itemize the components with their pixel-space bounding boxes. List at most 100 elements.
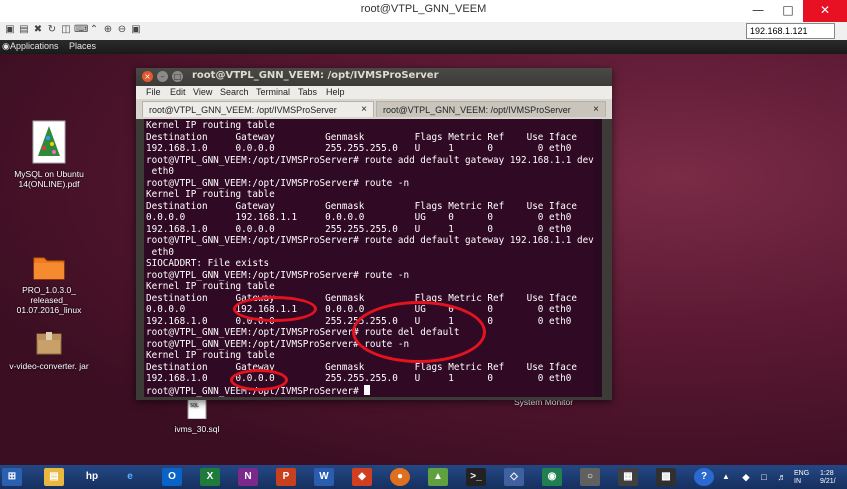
desktop-icon-label: MySQL on Ubuntu 14(ONLINE).pdf <box>14 169 84 189</box>
terminal-titlebar: × – □ root@VTPL_GNN_VEEM: /opt/IVMSProSe… <box>136 68 612 86</box>
vnc-viewer-icon[interactable]: ◉ <box>542 468 562 486</box>
terminal-line: root@VTPL_GNN_VEEM:/opt/IVMSProServer# r… <box>146 177 410 189</box>
terminal-line: root@VTPL_GNN_VEEM:/opt/IVMSProServer# r… <box>146 235 594 246</box>
tray-icon[interactable]: □ <box>754 468 774 486</box>
terminal-line: 0.0.0.0 192.168.1.1 0.0.0.0 UG 0 0 0 eth… <box>146 212 572 223</box>
menu-search[interactable]: Search <box>220 87 249 97</box>
help-icon[interactable]: ? <box>694 468 714 486</box>
terminal-menubar: File Edit View Search Terminal Tabs Help <box>136 86 612 100</box>
maximize-icon[interactable]: □ <box>172 71 183 82</box>
tools-icon[interactable]: ✖ <box>32 24 44 36</box>
menu-terminal[interactable]: Terminal <box>256 87 290 97</box>
terminal-line: Destination Gateway Genmask Flags Metric… <box>146 131 577 143</box>
folder-icon <box>33 257 65 280</box>
terminal-text: Kernel IP routing table Destination Gatew… <box>146 120 594 397</box>
terminal-line: SIOCADDRT: File exists <box>146 258 270 269</box>
firefox-icon[interactable]: ● <box>390 468 410 486</box>
hp-icon[interactable]: hp <box>82 468 102 486</box>
menu-file[interactable]: File <box>146 87 161 97</box>
desktop-icon-pro-folder[interactable]: PRO_1.0.3.0_ released_ 01.07.2016_linux <box>4 254 94 315</box>
terminal-line: Kernel IP routing table <box>146 281 275 292</box>
close-icon[interactable]: ✕ <box>803 0 847 22</box>
refresh-icon[interactable]: ↻ <box>46 24 58 36</box>
minimize-icon[interactable]: — <box>743 0 773 22</box>
zoom-out-icon[interactable]: ⊖ <box>116 24 128 36</box>
desktop-icon-mysql-pdf[interactable]: MySQL on Ubuntu 14(ONLINE).pdf <box>4 120 94 189</box>
file-explorer-icon[interactable]: ▤ <box>44 468 64 486</box>
places-menu[interactable]: Places <box>69 41 96 51</box>
menu-edit[interactable]: Edit <box>170 87 186 97</box>
keyboard-icon[interactable]: ⌨ <box>74 24 88 36</box>
terminal-output[interactable]: Kernel IP routing table Destination Gatew… <box>144 119 602 397</box>
desktop-icon-ivms-sql[interactable]: SQL ivms_30.sql <box>157 398 237 434</box>
start-icon[interactable]: ⊞ <box>2 468 22 486</box>
maximize-icon[interactable]: □ <box>773 0 803 22</box>
input-language[interactable]: ENG IN <box>794 470 809 486</box>
vnc-title-bar: root@VTPL_GNN_VEEM — □ ✕ <box>0 0 847 23</box>
tab-terminal-1[interactable]: root@VTPL_GNN_VEEM: /opt/IVMSProServer × <box>142 101 374 117</box>
desktop-icon-video-converter[interactable]: v-video-converter. jar <box>4 330 94 371</box>
ctrl-key-icon[interactable]: ⌃ <box>88 24 100 36</box>
terminal-line: 192.168.1.0 0.0.0.0 255.255.255.0 U 1 0 … <box>146 373 572 384</box>
outlook-icon[interactable]: O <box>162 468 182 486</box>
terminal-line: root@VTPL_GNN_VEEM:/opt/IVMSProServer# <box>146 384 594 398</box>
clock-date: 9/21/ <box>820 478 836 485</box>
terminal-scrollbar[interactable] <box>594 119 602 397</box>
terminal-title: root@VTPL_GNN_VEEM: /opt/IVMSProServer <box>192 70 439 81</box>
jar-file-icon <box>36 332 62 355</box>
window-controls: — □ ✕ <box>743 0 847 22</box>
minimize-icon[interactable]: – <box>157 71 168 82</box>
volume-icon[interactable]: ♬ <box>772 468 792 486</box>
windows-taskbar: ⊞ ▤ hp e O X N P W ◆ ● ▲ >_ ◇ ◉ ○ ▦ ▩ ? … <box>0 465 847 489</box>
terminal-line: eth0 <box>146 246 174 258</box>
applications-menu[interactable]: Applications <box>10 41 59 51</box>
terminal-line: root@VTPL_GNN_VEEM:/opt/IVMSProServer# r… <box>146 269 410 281</box>
save-icon[interactable]: ▣ <box>4 24 16 36</box>
app-icon[interactable]: ▲ <box>428 468 448 486</box>
fullscreen-icon[interactable]: ▣ <box>130 24 142 36</box>
tray-icon[interactable]: ◆ <box>736 468 756 486</box>
desktop-icon-label: PRO_1.0.3.0_ released_ 01.07.2016_linux <box>16 285 82 315</box>
gnome-top-panel: ◉ Applications Places <box>0 40 847 54</box>
vnc-window-title: root@VTPL_GNN_VEEM <box>360 3 487 15</box>
app-icon[interactable]: ▩ <box>656 468 676 486</box>
annotation-circle-route-del <box>352 301 486 363</box>
desktop-icon-label: ivms_30.sql <box>174 424 220 434</box>
powerpoint-icon[interactable]: P <box>276 468 296 486</box>
tab-close-icon[interactable]: × <box>361 102 367 118</box>
close-icon[interactable]: × <box>142 71 153 82</box>
clock-time: 1:28 <box>820 470 834 477</box>
zoom-in-icon[interactable]: ⊕ <box>102 24 114 36</box>
tray-icon[interactable]: ▲ <box>716 468 736 486</box>
annotation-circle-gateway <box>233 296 317 322</box>
menu-view[interactable]: View <box>193 87 212 97</box>
svg-text:SQL: SQL <box>190 403 199 409</box>
ubuntu-logo-icon: ◉ <box>2 41 10 51</box>
internet-explorer-icon[interactable]: e <box>120 468 140 486</box>
terminal-line: eth0 <box>146 166 174 177</box>
app-icon[interactable]: ◆ <box>352 468 372 486</box>
pdf-file-icon <box>32 120 66 164</box>
app-icon[interactable]: ○ <box>580 468 600 486</box>
annotation-circle-gateway-zero <box>230 369 288 391</box>
tab-label: root@VTPL_GNN_VEEM: /opt/IVMSProServer <box>149 105 337 115</box>
terminal-line: Destination Gateway Genmask Flags Metric… <box>146 361 577 373</box>
tab-close-icon[interactable]: × <box>593 102 599 118</box>
clock[interactable]: 1:28 9/21/ <box>820 470 836 486</box>
terminal-line: Kernel IP routing table <box>146 120 275 131</box>
word-icon[interactable]: W <box>314 468 334 486</box>
terminal-line: Destination Gateway Genmask Flags Metric… <box>146 200 577 212</box>
terminal-line: 192.168.1.0 0.0.0.0 255.255.255.0 U 1 0 … <box>146 223 572 235</box>
ctrl-alt-del-icon[interactable]: ◫ <box>60 24 72 36</box>
app-icon[interactable]: ▦ <box>618 468 638 486</box>
options-icon[interactable]: ▤ <box>18 24 30 36</box>
sql-file-icon: SQL <box>187 398 207 420</box>
network-icon[interactable]: ◇ <box>504 468 524 486</box>
excel-icon[interactable]: X <box>200 468 220 486</box>
server-address-field[interactable]: 192.168.1.121 <box>746 23 835 39</box>
menu-tabs[interactable]: Tabs <box>298 87 317 97</box>
onenote-icon[interactable]: N <box>238 468 258 486</box>
menu-help[interactable]: Help <box>326 87 345 97</box>
terminal-icon[interactable]: >_ <box>466 468 486 486</box>
tab-terminal-2[interactable]: root@VTPL_GNN_VEEM: /opt/IVMSProServer × <box>376 101 606 117</box>
